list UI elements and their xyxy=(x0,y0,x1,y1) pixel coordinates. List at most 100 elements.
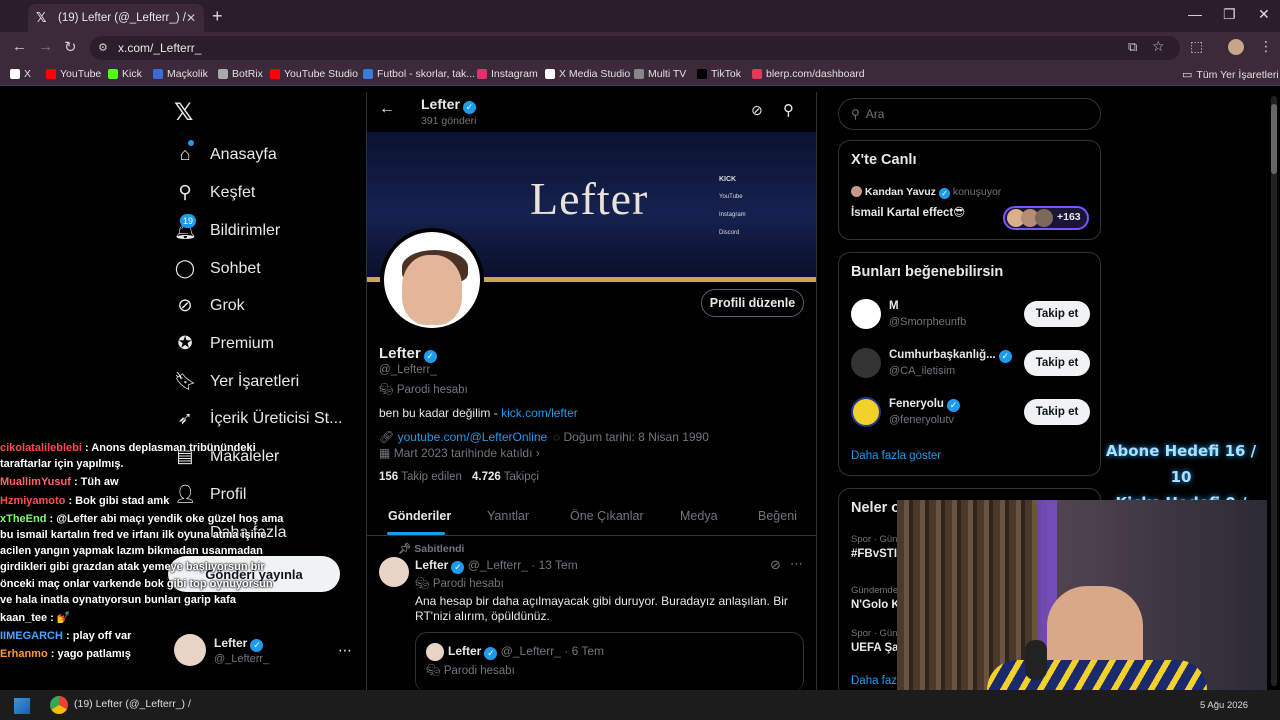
follow-button[interactable]: Takip et xyxy=(1024,350,1090,376)
grok-icon[interactable]: ⊘ xyxy=(770,557,781,573)
nav-explore[interactable]: ⚲ Keşfet xyxy=(174,182,255,203)
bookmark-favicon-icon xyxy=(46,69,56,79)
edit-profile-button[interactable]: Profili düzenle xyxy=(701,289,804,317)
bookmark-icon: 🔖︎ xyxy=(174,371,197,391)
suggestion-avatar[interactable] xyxy=(851,397,881,427)
trend-topic[interactable]: UEFA Şa xyxy=(851,642,899,654)
chat-username: cikolatalileblebi xyxy=(0,442,82,454)
windows-start-icon[interactable] xyxy=(14,698,30,714)
page-scrollbar[interactable] xyxy=(1271,96,1277,686)
reload-icon[interactable]: ↻ xyxy=(64,38,77,56)
search-input[interactable]: ⚲ Ara xyxy=(838,98,1101,130)
post-avatar[interactable] xyxy=(379,557,409,587)
chat-message: MuallimYusuf : Tüh aw xyxy=(0,474,285,490)
chat-text: : Tüh aw xyxy=(70,476,119,489)
chat-message: cikolatalileblebi : Anons deplasman trib… xyxy=(0,440,285,472)
bookmark-item[interactable]: Maçkolik xyxy=(153,68,208,80)
site-info-icon[interactable]: ⚙ xyxy=(98,41,108,54)
trends-more-link[interactable]: Daha faz xyxy=(851,675,897,687)
close-tab-icon[interactable]: ✕ xyxy=(186,11,196,25)
bookmark-item[interactable]: X xyxy=(10,68,31,80)
install-app-icon[interactable]: ⧉ xyxy=(1128,39,1137,55)
following-stat[interactable]: 156 Takip edilen xyxy=(379,471,462,483)
taskbar-task[interactable]: (19) Lefter (@_Lefterr_) / xyxy=(74,698,191,710)
live-topic: İsmail Kartal effect😎 xyxy=(851,207,966,219)
search-icon: ⚲ xyxy=(851,107,860,121)
account-menu-icon[interactable]: ⋯ xyxy=(338,642,352,659)
maximize-icon[interactable]: ❐ xyxy=(1223,6,1236,23)
trend-topic[interactable]: #FBvSTI xyxy=(851,548,897,560)
listener-avatar xyxy=(1035,209,1053,227)
minimize-icon[interactable]: — xyxy=(1188,6,1202,22)
nav-home[interactable]: ⌂ Anasayfa xyxy=(174,144,277,165)
suggestion-name[interactable]: Cumhurbaşkanlığ... ✓ xyxy=(889,349,1012,363)
chat-text: : 💅 xyxy=(47,612,71,625)
tab-title: (19) Lefter (@_Lefterr_) / X xyxy=(58,12,186,24)
nav-premium[interactable]: ✪ Premium xyxy=(174,333,274,354)
tab-posts[interactable]: Gönderiler xyxy=(388,509,451,523)
host-avatar xyxy=(851,186,862,197)
scrollbar-thumb[interactable] xyxy=(1271,104,1277,174)
verified-icon: ✓ xyxy=(451,561,465,574)
nav-bookmarks[interactable]: 🔖︎ Yer İşaretleri xyxy=(174,371,299,392)
notification-badge: 19 xyxy=(180,214,196,228)
close-window-icon[interactable]: ✕ xyxy=(1258,6,1270,23)
search-icon[interactable]: ⚲ xyxy=(783,101,794,119)
home-icon: ⌂ xyxy=(179,144,191,164)
bookmark-item[interactable]: BotRix xyxy=(218,68,263,80)
show-more-link[interactable]: Daha fazla göster xyxy=(851,450,941,462)
url-input[interactable]: x.com/_Lefterr_ xyxy=(90,36,1180,60)
tab-media[interactable]: Medya xyxy=(680,509,718,523)
back-arrow-icon[interactable]: ← xyxy=(379,100,395,118)
browser-profile-avatar[interactable] xyxy=(1228,39,1244,55)
post-author[interactable]: Lefter ✓ @_Lefterr_ · 13 Tem xyxy=(415,558,578,574)
tab-likes[interactable]: Beğeni xyxy=(758,509,797,523)
back-icon[interactable]: ← xyxy=(12,38,27,55)
premium-check-icon: ✪ xyxy=(177,333,193,353)
suggestion-name[interactable]: M xyxy=(889,300,899,312)
nav-grok[interactable]: ⊘ Grok xyxy=(174,295,244,316)
bookmark-item[interactable]: Futbol - skorlar, tak... xyxy=(363,68,475,80)
tab-replies[interactable]: Yanıtlar xyxy=(487,509,529,523)
all-bookmarks[interactable]: ▭ Tüm Yer İşaretleri xyxy=(1182,68,1279,82)
bookmark-item[interactable]: YouTube xyxy=(46,68,101,80)
follow-button[interactable]: Takip et xyxy=(1024,399,1090,425)
extensions-icon[interactable]: ⬚ xyxy=(1190,38,1203,55)
browser-menu-icon[interactable]: ⋮ xyxy=(1259,38,1273,55)
nav-creator-studio[interactable]: ➶ İçerik Üreticisi St... xyxy=(174,408,342,429)
forward-icon[interactable]: → xyxy=(38,38,53,55)
tab-highlights[interactable]: Öne Çıkanlar xyxy=(570,509,644,523)
bio-link[interactable]: kick.com/lefter xyxy=(501,406,578,420)
bookmark-item[interactable]: Kick xyxy=(108,68,142,80)
suggestion-name[interactable]: Feneryolu ✓ xyxy=(889,398,960,412)
x-logo-icon[interactable]: 𝕏 xyxy=(174,98,193,127)
bookmark-item[interactable]: blerp.com/dashboard xyxy=(752,68,865,80)
trend-topic[interactable]: N'Golo K xyxy=(851,599,900,611)
bookmark-item[interactable]: X Media Studio xyxy=(545,68,630,80)
profile-avatar[interactable] xyxy=(380,228,484,332)
trend-category: Spor · Gün xyxy=(851,534,898,545)
browser-tab[interactable]: 𝕏 (19) Lefter (@_Lefterr_) / X ✕ xyxy=(28,4,204,32)
live-card[interactable]: X'te Canlı Kandan Yavuz ✓ konuşuyor İsmai… xyxy=(838,140,1101,240)
folder-icon: ▭ xyxy=(1182,69,1193,81)
post-more-icon[interactable]: ⋯ xyxy=(790,556,803,572)
chrome-icon[interactable] xyxy=(50,696,68,714)
active-tab-indicator xyxy=(387,532,445,535)
nav-chat[interactable]: ◯ Sohbet xyxy=(174,258,261,279)
bookmark-item[interactable]: Multi TV xyxy=(634,68,686,80)
quote-avatar xyxy=(426,643,444,661)
bookmark-item[interactable]: Instagram xyxy=(477,68,538,80)
suggestion-avatar[interactable] xyxy=(851,299,881,329)
bookmark-star-icon[interactable]: ☆ xyxy=(1152,38,1165,55)
suggestion-avatar[interactable] xyxy=(851,348,881,378)
pinned-label: 📌︎ Sabitlendi xyxy=(398,543,465,555)
bookmark-item[interactable]: YouTube Studio xyxy=(270,68,358,80)
new-tab-icon[interactable]: + xyxy=(212,6,223,27)
verified-icon: ✓ xyxy=(484,647,498,660)
bookmark-item[interactable]: TikTok xyxy=(697,68,741,80)
grok-icon[interactable]: ⊘ xyxy=(751,102,763,119)
followers-stat[interactable]: 4.726 Takipçi xyxy=(472,471,539,483)
follow-button[interactable]: Takip et xyxy=(1024,301,1090,327)
quoted-post[interactable]: Lefter ✓ @_Lefterr_ · 6 Tem 🎭︎ Parodi hes… xyxy=(415,632,804,692)
live-listeners[interactable]: +163 xyxy=(1003,206,1089,230)
